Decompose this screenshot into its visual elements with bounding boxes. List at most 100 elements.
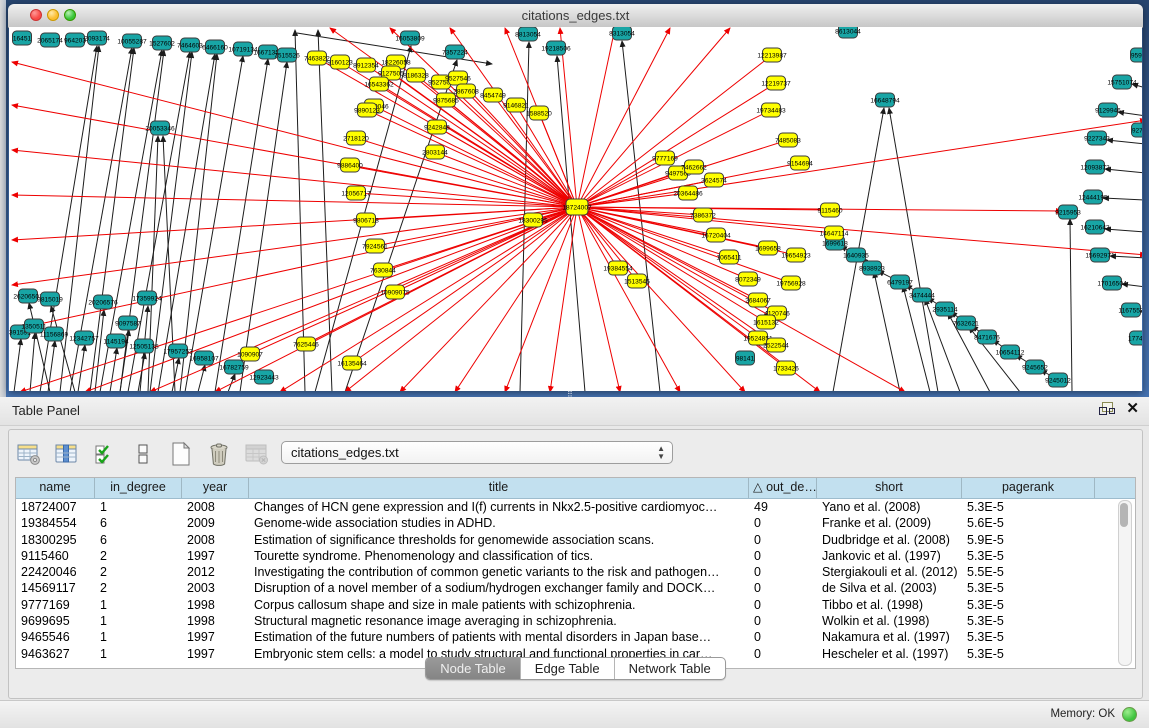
yellow-node[interactable]: 2522544	[763, 338, 789, 352]
teal-node[interactable]: 8813054	[515, 27, 541, 41]
yellow-node[interactable]: 19654923	[781, 248, 811, 262]
table-header-row[interactable]: namein_degreeyeartitle△ out_de…shortpage…	[16, 478, 1135, 499]
yellow-node[interactable]: 16135464	[337, 356, 367, 370]
teal-node[interactable]: 9245012	[1045, 373, 1071, 387]
column-checklist-icon[interactable]	[91, 440, 119, 468]
teal-node[interactable]: 9129946	[1095, 103, 1121, 117]
teal-node[interactable]: 17016504	[1097, 276, 1127, 290]
teal-node[interactable]: 16958107	[189, 351, 219, 365]
column-header-short[interactable]: short	[817, 478, 962, 498]
yellow-node[interactable]: 2867608	[453, 84, 479, 98]
table-row[interactable]: 1456911722003Disruption of a novel membe…	[16, 580, 1135, 596]
teal-node[interactable]: 19218506	[541, 41, 571, 55]
yellow-node[interactable]: 3624574	[701, 173, 727, 187]
yellow-node[interactable]: 9160123	[327, 55, 353, 69]
teal-node[interactable]: 9815019	[37, 292, 63, 306]
vertical-scrollbar[interactable]	[1118, 500, 1132, 666]
trash-icon[interactable]	[205, 440, 233, 468]
yellow-node[interactable]: 9242848	[424, 120, 450, 134]
network-window-titlebar[interactable]: citations_edges.txt	[8, 4, 1143, 28]
table-selector-combobox[interactable]: citations_edges.txt ▲▼	[281, 441, 673, 464]
teal-node[interactable]: 1145194	[103, 334, 129, 348]
yellow-node[interactable]: 12213987	[757, 48, 787, 62]
teal-node[interactable]: 1527602	[149, 36, 175, 50]
yellow-node[interactable]: 9806718	[353, 213, 379, 227]
teal-node[interactable]: 6466160	[202, 40, 228, 54]
column-header-in_degree[interactable]: in_degree	[95, 478, 182, 498]
teal-node[interactable]: 8613044	[835, 27, 861, 38]
new-document-icon[interactable]	[167, 440, 195, 468]
tab-node-table[interactable]: Node Table	[426, 658, 521, 679]
teal-node[interactable]: 15751074	[1107, 75, 1137, 89]
table-row[interactable]: 2242004622012Investigating the contribut…	[16, 564, 1135, 580]
teal-node[interactable]: 10654112	[996, 345, 1025, 359]
row-height-icon[interactable]	[129, 440, 157, 468]
yellow-node[interactable]: 1699658	[755, 241, 781, 255]
yellow-node[interactable]: 9115460	[817, 203, 843, 217]
yellow-node[interactable]: 1513545	[624, 274, 650, 288]
yellow-node[interactable]: 9890123	[354, 103, 380, 117]
teal-node[interactable]: 8938923	[859, 261, 885, 275]
yellow-node[interactable]: 12056717	[341, 186, 371, 200]
teal-node[interactable]: 16210643	[1080, 220, 1110, 234]
teal-node[interactable]: 16451	[13, 31, 32, 45]
teal-node[interactable]: 12444195	[1078, 190, 1108, 204]
yellow-node[interactable]: 7386372	[690, 208, 716, 222]
teal-node[interactable]: 6479197	[887, 275, 913, 289]
teal-node[interactable]: 2093174	[84, 31, 110, 45]
table-row[interactable]: 946554611997Estimation of the future num…	[16, 629, 1135, 645]
yellow-node[interactable]: 2803144	[422, 145, 448, 159]
citation-network-graph[interactable]: 1645120651749642032093174100552871527602…	[9, 27, 1142, 391]
teal-node[interactable]: 98141	[736, 351, 755, 365]
teal-node[interactable]: 964203	[64, 33, 86, 47]
teal-node[interactable]: 20206576	[88, 295, 118, 309]
teal-node[interactable]: 12505135	[129, 339, 159, 353]
table-row[interactable]: 911546021997Tourette syndrome. Phenomeno…	[16, 548, 1135, 564]
yellow-node[interactable]: 2718120	[343, 131, 369, 145]
teal-node[interactable]: 16053809	[395, 31, 425, 45]
teal-node[interactable]: 7357224	[442, 45, 468, 59]
teal-node[interactable]: 16648794	[870, 93, 900, 107]
teal-node[interactable]: 95998	[1131, 48, 1143, 62]
column-header-title[interactable]: title	[249, 478, 749, 498]
table-column-icon[interactable]	[53, 440, 81, 468]
teal-node[interactable]: 10055287	[117, 34, 147, 48]
teal-node[interactable]: 9097587	[115, 316, 141, 330]
yellow-node[interactable]: 8912354	[353, 58, 379, 72]
teal-node[interactable]: 9245652	[1022, 360, 1048, 374]
column-header-out_de[interactable]: △ out_de…	[749, 478, 817, 498]
yellow-node[interactable]: 7630844	[370, 263, 396, 277]
table-row[interactable]: 1830029562008Estimation of significance …	[16, 532, 1135, 548]
yellow-node[interactable]: 9777169	[652, 151, 678, 165]
yellow-node[interactable]: 2684067	[745, 293, 771, 307]
teal-node[interactable]: 9215953	[1055, 205, 1081, 219]
column-header-pagerank[interactable]: pagerank	[962, 478, 1095, 498]
yellow-node[interactable]: 8186328	[403, 68, 429, 82]
yellow-node[interactable]: 7625446	[293, 337, 319, 351]
teal-node[interactable]: 3474444	[909, 288, 935, 302]
column-header-name[interactable]: name	[16, 478, 95, 498]
teal-node[interactable]: 12093872	[1080, 160, 1110, 174]
yellow-node[interactable]: 7485083	[775, 133, 801, 147]
teal-node[interactable]: 177403	[1128, 331, 1142, 345]
tab-edge-table[interactable]: Edge Table	[521, 658, 615, 679]
column-header-year[interactable]: year	[182, 478, 249, 498]
close-icon[interactable]: ✕	[1126, 402, 1139, 416]
table-row[interactable]: 969969511998Structural magnetic resonanc…	[16, 613, 1135, 629]
float-panel-icon[interactable]	[1099, 402, 1114, 416]
teal-node[interactable]: 2935114	[932, 302, 958, 316]
yellow-node[interactable]: 9886400	[337, 158, 363, 172]
yellow-node[interactable]: 1065411	[716, 250, 742, 264]
scrollbar-thumb[interactable]	[1120, 503, 1128, 527]
yellow-node[interactable]: 18724007	[562, 199, 592, 215]
teal-node[interactable]: 1640935	[843, 248, 869, 262]
yellow-node[interactable]: 7462662	[681, 160, 707, 174]
table-row[interactable]: 1872400712008Changes of HCN gene express…	[16, 499, 1135, 515]
teal-node[interactable]: 12342757	[69, 331, 99, 345]
yellow-node[interactable]: 19756928	[776, 276, 806, 290]
yellow-node[interactable]: 1090907	[237, 347, 263, 361]
table-row[interactable]: 1938455462009Genome-wide association stu…	[16, 515, 1135, 531]
network-window[interactable]: citations_edges.txt 16451206517496420320…	[8, 4, 1143, 391]
yellow-node[interactable]: 9875685	[433, 93, 459, 107]
table-settings-icon[interactable]	[15, 440, 43, 468]
